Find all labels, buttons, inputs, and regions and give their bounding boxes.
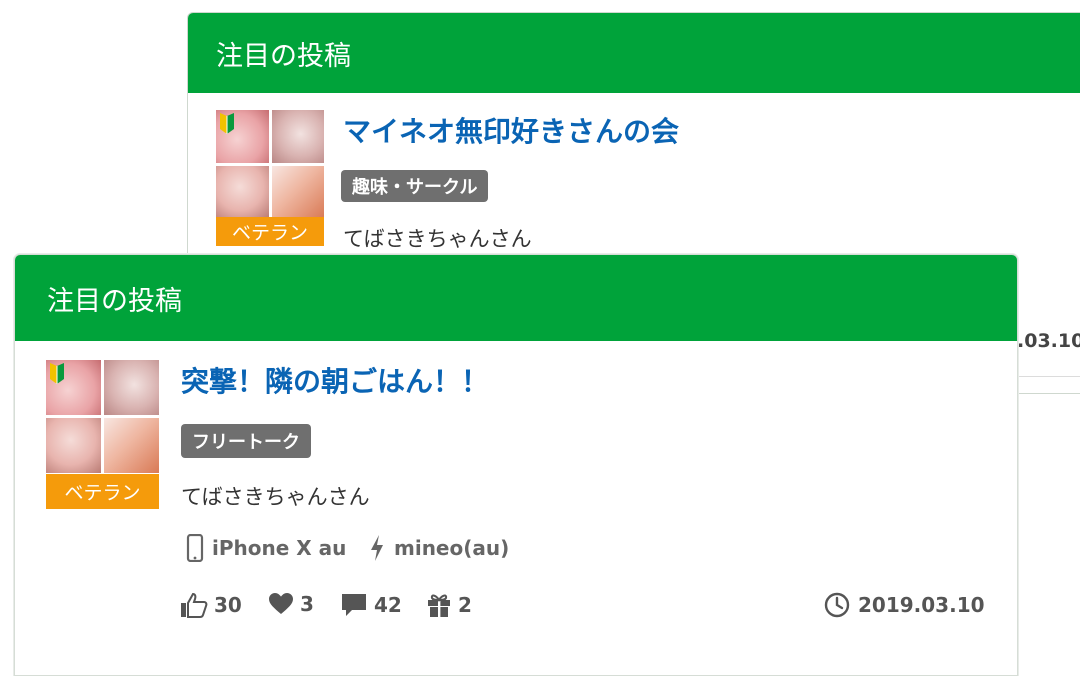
front-author-avatar[interactable] bbox=[46, 360, 159, 473]
front-post-title[interactable]: 突撃！隣の朝ごはん！！ bbox=[181, 360, 489, 400]
hearts-count: 3 bbox=[300, 592, 314, 616]
gift-icon bbox=[428, 594, 450, 617]
hearts-stat[interactable]: 3 bbox=[268, 592, 314, 616]
beginner-leaf-icon bbox=[50, 363, 64, 384]
front-veteran-badge: ベテラン bbox=[46, 474, 159, 509]
comment-icon bbox=[342, 594, 366, 616]
comments-stat[interactable]: 42 bbox=[340, 592, 402, 618]
post-date-value: 2019.03.10 bbox=[858, 593, 985, 617]
thumbs-up-icon bbox=[181, 592, 208, 618]
gifts-count: 2 bbox=[458, 593, 472, 617]
lightning-icon bbox=[371, 535, 383, 561]
plan-label: mineo(au) bbox=[394, 536, 510, 560]
back-category-tag[interactable]: 趣味・サークル bbox=[341, 170, 489, 202]
back-card-header: 注目の投稿 bbox=[188, 13, 1080, 93]
back-author-name[interactable]: てばさきちゃんさん bbox=[343, 223, 532, 253]
front-category-tag[interactable]: フリートーク bbox=[181, 424, 311, 458]
back-veteran-badge: ベテラン bbox=[216, 217, 324, 246]
back-author-avatar[interactable] bbox=[216, 110, 324, 218]
comments-count: 42 bbox=[374, 593, 402, 617]
post-date: 2019.03.10 bbox=[824, 592, 985, 618]
heart-icon bbox=[269, 593, 293, 614]
back-post-date: .03.10 bbox=[1017, 330, 1080, 352]
device-info: iPhone X au bbox=[186, 534, 346, 562]
back-post-title[interactable]: マイネオ無印好きさんの会 bbox=[343, 110, 679, 150]
device-label: iPhone X au bbox=[212, 536, 347, 560]
front-author-name[interactable]: てばさきちゃんさん bbox=[181, 481, 370, 511]
gifts-stat[interactable]: 2 bbox=[426, 592, 472, 618]
likes-stat[interactable]: 30 bbox=[180, 592, 242, 618]
smartphone-icon bbox=[186, 534, 204, 562]
clock-icon bbox=[824, 592, 850, 618]
front-card-header: 注目の投稿 bbox=[15, 255, 1017, 341]
plan-info: mineo(au) bbox=[368, 534, 509, 562]
likes-count: 30 bbox=[214, 593, 242, 617]
beginner-leaf-icon bbox=[220, 113, 234, 134]
